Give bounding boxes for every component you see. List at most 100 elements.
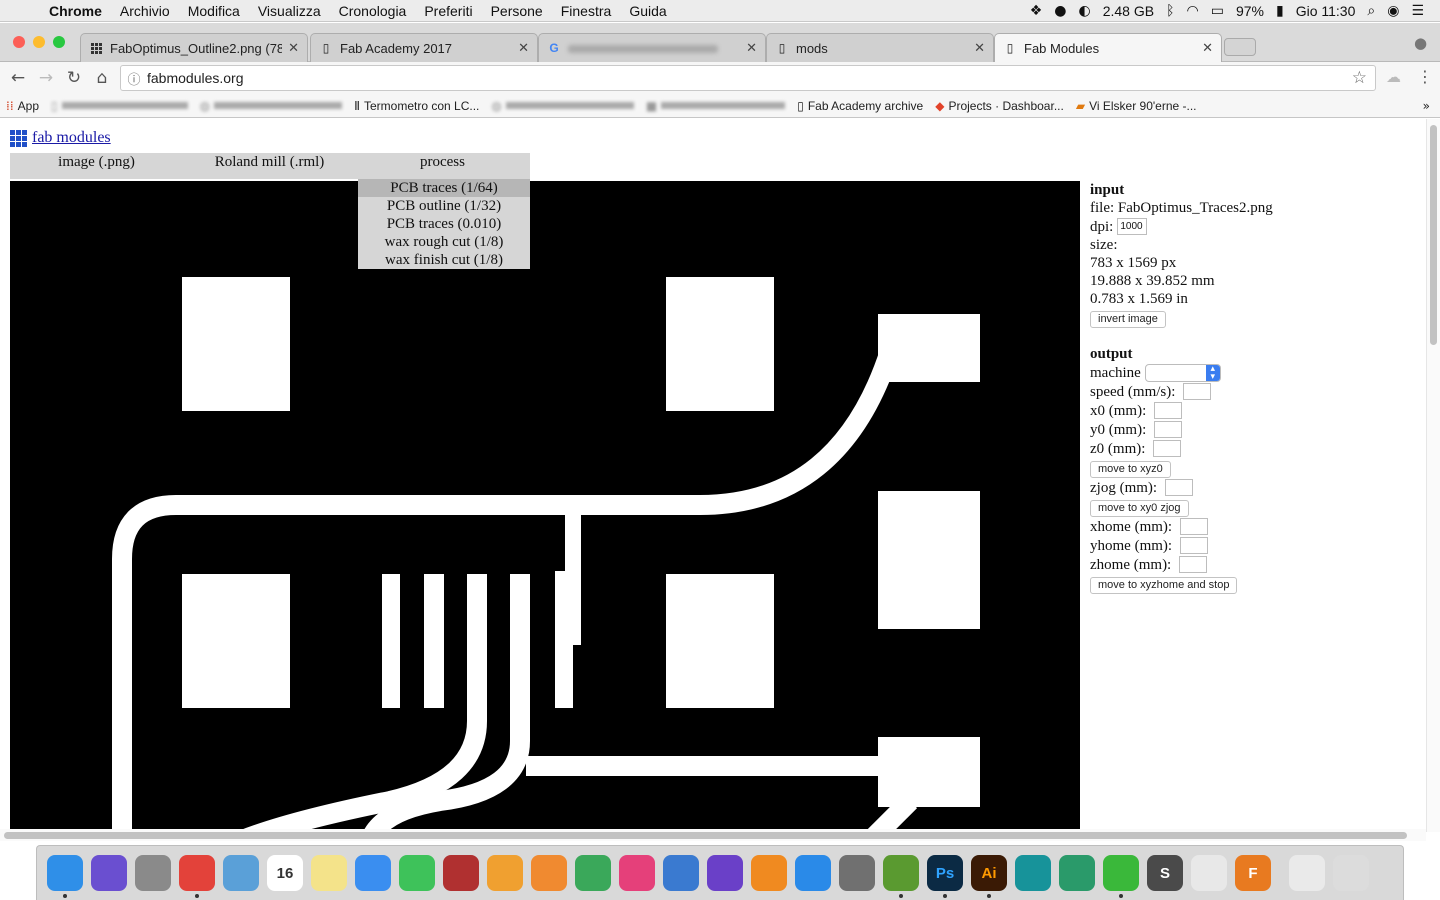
process-option-pcb-traces-164[interactable]: PCB traces (1/64) (358, 179, 530, 197)
tab-faboptimus-outline[interactable]: FabOptimus_Outline2.png (78 ✕ (80, 33, 308, 62)
z0-input[interactable] (1153, 440, 1182, 457)
menu-process[interactable]: process (356, 153, 529, 179)
bookmark-fab-academy-archive[interactable]: ▯ Fab Academy archive (791, 99, 929, 113)
zhome-input[interactable] (1179, 556, 1208, 573)
tab-close-icon[interactable]: ✕ (746, 41, 757, 56)
process-option-pcb-outline-132[interactable]: PCB outline (1/32) (358, 197, 530, 215)
battery-percent[interactable]: 97% (1230, 3, 1270, 19)
itunes-icon[interactable] (619, 855, 655, 891)
dropbox-icon[interactable]: ❖ (1024, 3, 1049, 19)
menu-roland-mill[interactable]: Roland mill (.rml) (183, 153, 356, 179)
process-dropdown[interactable]: PCB traces (1/64) PCB outline (1/32) PCB… (358, 179, 530, 269)
menu-finestra[interactable]: Finestra (552, 3, 621, 19)
appstore-icon[interactable] (795, 855, 831, 891)
fab-modules-link[interactable]: fab modules (10, 129, 111, 147)
tab-close-icon[interactable]: ✕ (288, 41, 299, 56)
process-option-wax-finish-cut[interactable]: wax finish cut (1/8) (358, 251, 530, 269)
wechat-icon[interactable] (1103, 855, 1139, 898)
move-to-zjog-button[interactable]: move to xy0 zjog (1090, 500, 1189, 517)
siri-icon[interactable] (91, 855, 127, 891)
menu-persone[interactable]: Persone (482, 3, 552, 19)
new-tab-button[interactable] (1224, 38, 1256, 56)
clock[interactable]: Gio 11:30 (1290, 3, 1362, 19)
qgis-icon[interactable] (883, 855, 919, 898)
atom-icon[interactable] (1059, 855, 1095, 891)
home-icon[interactable]: ⌂ (88, 68, 116, 88)
bookmark-vi-elsker[interactable]: ▰ Vi Elsker 90'erne -... (1070, 99, 1203, 113)
notification-center-icon[interactable]: ☰ (1405, 3, 1430, 19)
window-close-button[interactable] (13, 36, 25, 48)
tab-fab-modules[interactable]: ▯ Fab Modules ✕ (994, 33, 1222, 62)
menu-app-name[interactable]: Chrome (40, 3, 111, 19)
numbers-icon[interactable] (575, 855, 611, 891)
url-text[interactable]: fabmodules.org (147, 70, 244, 86)
speed-input[interactable] (1183, 383, 1212, 400)
spotlight-search-icon[interactable]: ⌕ (1361, 3, 1381, 19)
menu-archivio[interactable]: Archivio (111, 3, 179, 19)
chrome-icon[interactable] (179, 855, 215, 898)
fab-modules-link-text[interactable]: fab modules (32, 129, 111, 147)
machine-select[interactable]: ▴ ▾ (1144, 363, 1221, 382)
bookmark-projects-dashboard[interactable]: ◆ Projects · Dashboar... (929, 99, 1070, 113)
bookmark-blurred[interactable]: ◍ (485, 99, 639, 113)
wifi-icon[interactable]: ◠ (1181, 3, 1205, 19)
photos-icon[interactable] (487, 855, 523, 891)
sublime-icon[interactable]: S (1147, 855, 1183, 891)
tab-close-icon[interactable]: ✕ (1202, 41, 1213, 56)
tab-mods[interactable]: ▯ mods ✕ (766, 33, 994, 62)
pcb-image-canvas[interactable] (10, 181, 1080, 832)
finder-icon[interactable] (47, 855, 83, 898)
back-icon[interactable]: ← (4, 68, 32, 88)
trash-icon[interactable] (1333, 855, 1369, 891)
memory-status[interactable]: 2.48 GB (1097, 3, 1160, 19)
site-info-icon[interactable]: ⓘ (121, 69, 147, 88)
ibooks-icon[interactable] (751, 855, 787, 891)
menu-image-png[interactable]: image (.png) (10, 153, 183, 179)
tab-fab-academy[interactable]: ▯ Fab Academy 2017 ✕ (310, 33, 538, 62)
photoshop-icon[interactable]: Ps (927, 855, 963, 898)
move-to-home-button[interactable]: move to xyzhome and stop (1090, 577, 1238, 594)
vertical-scroll-thumb[interactable] (1430, 125, 1437, 345)
fusion360-icon[interactable]: F (1235, 855, 1271, 891)
chat-bubble-icon[interactable]: ● (1048, 3, 1072, 19)
menu-guida[interactable]: Guida (620, 3, 675, 19)
tab-google-search[interactable]: G ✕ (538, 33, 766, 62)
preview-icon[interactable] (223, 855, 259, 891)
chrome-menu-icon[interactable]: ⋮ (1417, 67, 1433, 86)
system-preferences-icon[interactable] (839, 855, 875, 891)
profile-icon[interactable]: ● (1414, 34, 1427, 52)
notes-icon[interactable] (311, 855, 347, 891)
process-option-wax-rough-cut[interactable]: wax rough cut (1/8) (358, 233, 530, 251)
extension-icon[interactable]: ☁ (1386, 68, 1401, 86)
menu-preferiti[interactable]: Preferiti (415, 3, 481, 19)
window-zoom-button[interactable] (53, 36, 65, 48)
zjog-input[interactable] (1165, 479, 1194, 496)
y0-input[interactable] (1154, 421, 1183, 438)
menu-visualizza[interactable]: Visualizza (249, 3, 330, 19)
bookmark-blurred[interactable]: ◍ (194, 99, 348, 113)
imovie-icon[interactable] (707, 855, 743, 891)
keynote-icon[interactable] (663, 855, 699, 891)
facetime-icon[interactable] (399, 855, 435, 891)
illustrator-icon[interactable]: Ai (971, 855, 1007, 898)
yhome-input[interactable] (1180, 537, 1209, 554)
reload-icon[interactable]: ↻ (60, 68, 88, 88)
move-to-xyz0-button[interactable]: move to xyz0 (1090, 461, 1171, 478)
dpi-input[interactable]: 1000 (1117, 218, 1148, 235)
bookmarks-overflow-icon[interactable]: » (1423, 99, 1440, 113)
launchpad-icon[interactable] (135, 855, 171, 891)
bookmark-termometro[interactable]: Ⅱ Termometro con LC... (348, 99, 485, 113)
invert-image-button[interactable]: invert image (1090, 311, 1166, 328)
process-option-pcb-traces-0010[interactable]: PCB traces (0.010) (358, 215, 530, 233)
pages-icon[interactable] (531, 855, 567, 891)
arduino-icon[interactable] (1015, 855, 1051, 891)
photobooth-icon[interactable] (443, 855, 479, 891)
airplay-icon[interactable]: ▭ (1205, 3, 1230, 19)
window-minimize-button[interactable] (33, 36, 45, 48)
tab-close-icon[interactable]: ✕ (518, 41, 529, 56)
address-bar[interactable]: ⓘ fabmodules.org ☆ (120, 65, 1376, 91)
horizontal-scroll-thumb[interactable] (4, 832, 1407, 839)
x0-input[interactable] (1154, 402, 1183, 419)
bluetooth-icon[interactable]: ᛒ (1160, 3, 1180, 19)
menu-modifica[interactable]: Modifica (179, 3, 249, 19)
